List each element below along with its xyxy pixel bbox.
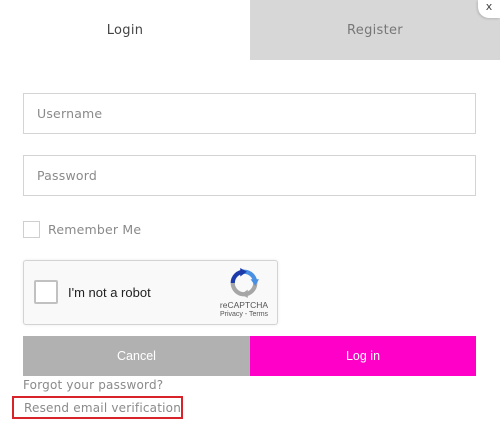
cancel-button[interactable]: Cancel [23, 336, 250, 376]
recaptcha-privacy-terms-links[interactable]: Privacy - Terms [204, 311, 284, 318]
recaptcha-checkbox[interactable] [34, 280, 58, 304]
recaptcha-widget: I'm not a robot reCAPTCHA Privacy - Term… [23, 260, 278, 325]
tab-register[interactable]: Register [250, 0, 500, 60]
close-button[interactable]: x [478, 0, 500, 18]
remember-me-checkbox[interactable]: Remember Me [23, 220, 141, 238]
forgot-password-link[interactable]: Forgot your password? [23, 378, 163, 392]
login-button[interactable]: Log in [250, 336, 476, 376]
auth-tabs: Login Register [0, 0, 500, 60]
username-input[interactable] [23, 93, 476, 134]
remember-me-label: Remember Me [48, 221, 142, 237]
resend-email-verification-link[interactable]: Resend email verification [12, 396, 183, 419]
password-input[interactable] [23, 155, 476, 196]
remember-me-box[interactable] [23, 220, 40, 238]
tab-login[interactable]: Login [0, 0, 250, 60]
recaptcha-brand: reCAPTCHA [219, 300, 269, 310]
recaptcha-logo-icon [230, 268, 259, 298]
recaptcha-label: I'm not a robot [68, 285, 151, 300]
